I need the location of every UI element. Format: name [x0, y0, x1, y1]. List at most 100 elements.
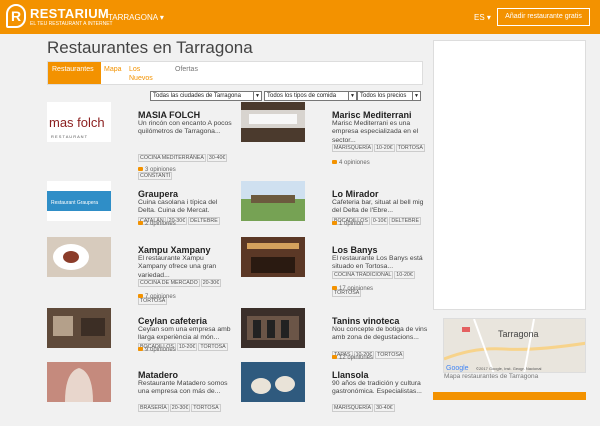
review-count[interactable]: 7 opiniones: [138, 294, 176, 300]
tag-town[interactable]: CONSTANTÍ: [138, 172, 173, 180]
restarium-logo[interactable]: R RESTARIUM EL TEU RESTAURANT A INTERNET: [6, 4, 113, 30]
tag-price[interactable]: 10-20€: [394, 271, 415, 279]
restaurant-card[interactable]: Los Banys El restaurante Los Banys está …: [241, 237, 431, 301]
tab-mapa[interactable]: Mapa: [104, 62, 128, 84]
tag-town[interactable]: TORTOSA: [395, 144, 425, 152]
restaurant-thumbnail[interactable]: [47, 362, 111, 402]
restaurant-thumbnail[interactable]: [47, 237, 111, 277]
comment-icon: [138, 347, 143, 351]
google-logo: Google: [446, 365, 469, 372]
review-count[interactable]: 3 opiniones: [138, 167, 176, 173]
comment-icon: [138, 167, 143, 171]
restaurant-description: Nou concepte de botiga de vins amb zona …: [332, 326, 428, 342]
top-bar: R RESTARIUM EL TEU RESTAURANT A INTERNET…: [0, 0, 600, 34]
tag-town[interactable]: DELTEBRE: [389, 217, 421, 225]
tag-price[interactable]: 10-20€: [176, 343, 198, 351]
restaurant-name[interactable]: Ceylan cafeteria: [138, 316, 207, 326]
tag-town[interactable]: DELTEBRE: [188, 217, 220, 225]
restaurant-thumbnail[interactable]: Restaurant Graupera: [47, 181, 111, 221]
restaurant-card[interactable]: mas folch R E S T A U R A N T MASIA FOLC…: [47, 102, 237, 180]
tag-town[interactable]: TORTOSA: [198, 343, 228, 351]
view-tabs: Restaurantes Mapa Los Nuevos Ofertas: [47, 61, 423, 85]
restaurant-card[interactable]: Matadero Restaurante Matadero somos una …: [47, 362, 237, 426]
restaurant-tags: MARISQUERÍA 10-20€ TORTOSA: [332, 136, 442, 154]
restaurant-card[interactable]: Llansola 90 años de tradición y cultura …: [241, 362, 431, 426]
tab-restaurantes[interactable]: Restaurantes: [48, 62, 101, 84]
comment-icon: [332, 355, 337, 359]
restaurant-name[interactable]: Marisc Mediterrani: [332, 110, 412, 120]
review-count-label: 12 opiniones: [339, 355, 374, 361]
tag-cuisine[interactable]: MARISQUERÍA: [332, 144, 374, 152]
city-selector[interactable]: TARRAGONA ▾: [108, 13, 164, 22]
map-city-label: Tarragona: [498, 329, 539, 339]
restaurant-thumbnail[interactable]: [241, 308, 305, 348]
restaurant-name[interactable]: Llansola: [332, 370, 369, 380]
tag-price[interactable]: 0-10€: [370, 217, 389, 225]
city-filter-select[interactable]: Todas las ciudades de Tarragona ▼: [150, 91, 262, 101]
restaurant-card[interactable]: Marisc Mediterrani Marisc Mediterrani es…: [241, 102, 431, 166]
comment-icon: [332, 286, 337, 290]
restaurant-tags: COCINA TRADICIONAL 10-20€TORTOSA: [332, 263, 442, 299]
city-filter-value: Todas las ciudades de Tarragona: [153, 93, 241, 99]
tag-town[interactable]: TORTOSA: [191, 404, 221, 412]
chevron-down-icon: ▼: [348, 92, 356, 100]
review-count-label: 2 opiniones: [145, 221, 176, 227]
restaurant-thumbnail[interactable]: [241, 102, 305, 142]
restaurant-thumbnail[interactable]: [47, 308, 111, 348]
tab-ofertas[interactable]: Ofertas: [175, 62, 205, 84]
tag-price[interactable]: 30-40€: [374, 404, 395, 412]
restaurant-name[interactable]: Graupera: [138, 189, 178, 199]
tag-cuisine[interactable]: COCINA MEDITERRÁNEA: [138, 154, 206, 162]
restaurant-card[interactable]: Xampu Xampany El restaurante Xampu Xampa…: [47, 237, 237, 305]
review-count[interactable]: 12 opiniones: [332, 355, 373, 361]
restaurant-name[interactable]: MASIA FOLCH: [138, 110, 200, 120]
map-restaurants-link[interactable]: Mapa restaurantes de Tarragona: [444, 373, 538, 380]
restaurant-thumbnail[interactable]: [241, 362, 305, 402]
tag-price[interactable]: 30-40€: [206, 154, 228, 162]
restaurant-thumbnail[interactable]: mas folch R E S T A U R A N T: [47, 102, 111, 142]
restaurant-thumbnail[interactable]: [241, 237, 305, 277]
food-filter-select[interactable]: Todos los tipos de comida ▼: [264, 91, 357, 101]
tag-town[interactable]: TORTOSA: [375, 351, 405, 359]
restaurant-name[interactable]: Los Banys: [332, 245, 378, 255]
tag-price[interactable]: 10-20€: [374, 144, 395, 152]
map-thumbnail[interactable]: Tarragona Google ©2017 Google, Inst. Geo…: [443, 318, 586, 373]
restaurant-name[interactable]: Tanins vinoteca: [332, 316, 399, 326]
review-count[interactable]: 2 opiniones: [138, 221, 176, 227]
price-filter-value: Todos los precios: [360, 93, 407, 99]
review-count[interactable]: 4 opiniones: [332, 160, 370, 166]
review-count-label: 7 opiniones: [145, 294, 176, 300]
tag-cuisine[interactable]: COCINA TRADICIONAL: [332, 271, 394, 279]
restaurant-name[interactable]: Matadero: [138, 370, 178, 380]
tag-price[interactable]: 20-30€: [200, 279, 222, 287]
add-restaurant-button[interactable]: Añadir restaurante gratis: [497, 8, 590, 26]
tag-cuisine[interactable]: BRASERÍA: [138, 404, 169, 412]
restaurant-thumbnail[interactable]: [241, 181, 305, 221]
price-filter-select[interactable]: Todos los precios ▼: [357, 91, 421, 101]
sidebar-orange-strip: [433, 392, 586, 400]
restaurant-card[interactable]: Restaurant Graupera Graupera Cuina casol…: [47, 181, 237, 245]
restaurant-description: Un rincón con encanto A pocos quilómetro…: [138, 120, 232, 136]
restaurant-name[interactable]: Xampu Xampany: [138, 245, 211, 255]
language-selector[interactable]: ES ▾: [474, 13, 491, 22]
tag-cuisine[interactable]: COCINA DE MERCADO: [138, 279, 200, 287]
page-title: Restaurantes en Tarragona: [47, 38, 253, 57]
restaurant-card[interactable]: Lo Mirador Cafeteria bar, situat al bell…: [241, 181, 431, 245]
svg-text:R E S T A U R A N T: R E S T A U R A N T: [51, 134, 88, 139]
restaurant-tags: COCINA DE MERCADO 20-30€TORTOSA: [138, 271, 248, 307]
tag-price[interactable]: 20-30€: [169, 404, 191, 412]
restaurant-name[interactable]: Lo Mirador: [332, 189, 379, 199]
tab-los-nuevos[interactable]: Los Nuevos: [129, 62, 155, 84]
food-filter-value: Todos los tipos de comida: [267, 93, 337, 99]
review-count-label: 3 opiniones: [145, 167, 176, 173]
review-count-label: 1 opinion: [339, 221, 364, 227]
sidebar-ad-panel: [433, 40, 586, 310]
review-count[interactable]: 17 opiniones: [332, 286, 373, 292]
restaurant-tags: MARISQUERÍA 30-40€: [332, 396, 442, 414]
tag-cuisine[interactable]: MARISQUERÍA: [332, 404, 374, 412]
review-count[interactable]: 1 opinion: [332, 221, 363, 227]
comment-icon: [138, 221, 143, 225]
review-count-label: 4 opiniones: [339, 160, 370, 166]
review-count[interactable]: 9 opiniones: [138, 347, 176, 353]
restaurant-tags: BRASERÍA 20-30€ TORTOSA: [138, 396, 248, 414]
